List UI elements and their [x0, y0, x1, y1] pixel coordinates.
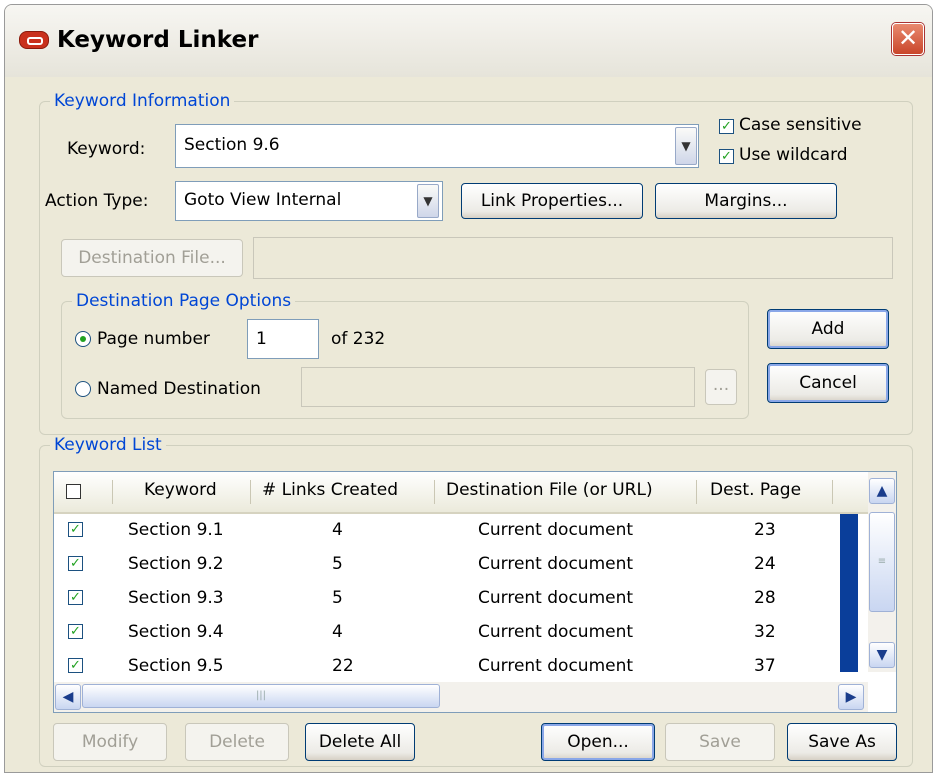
keyword-list-table: Keyword # Links Created Destination File…	[53, 471, 897, 713]
named-destination-label: Named Destination	[97, 379, 261, 399]
chevron-down-icon: ▼	[681, 139, 691, 153]
row-keyword: Section 9.5	[128, 656, 224, 676]
row-links-created: 5	[332, 554, 343, 574]
keyword-input[interactable]: Section 9.6	[175, 124, 699, 168]
case-sensitive-label: Case sensitive	[739, 115, 862, 135]
row-checkbox[interactable]: ✓	[68, 590, 83, 605]
row-links-created: 4	[332, 622, 343, 642]
table-row[interactable]: ✓ Section 9.4 4 Current document 32	[54, 616, 854, 650]
app-link-icon	[19, 31, 49, 49]
link-properties-button[interactable]: Link Properties...	[461, 183, 643, 219]
close-icon: ✕	[897, 24, 919, 52]
row-checkbox[interactable]: ✓	[68, 624, 83, 639]
row-checkbox[interactable]: ✓	[68, 658, 83, 673]
delete-all-button[interactable]: Delete All	[305, 723, 415, 761]
case-sensitive-checkbox[interactable]: ✓	[719, 119, 734, 134]
row-dest-page: 23	[754, 520, 776, 540]
row-dest-page: 32	[754, 622, 776, 642]
table-row[interactable]: ✓ Section 9.3 5 Current document 28	[54, 582, 854, 616]
action-type-label: Action Type:	[45, 191, 149, 211]
column-header-dest-page[interactable]: Dest. Page	[710, 480, 801, 500]
keyword-label: Keyword:	[67, 139, 146, 159]
row-links-created: 4	[332, 520, 343, 540]
row-destination-file: Current document	[478, 520, 634, 540]
row-dest-page: 24	[754, 554, 776, 574]
vertical-scroll-thumb[interactable]: ≡	[869, 512, 895, 612]
selection-highlight	[840, 514, 858, 672]
modify-button[interactable]: Modify	[53, 723, 167, 761]
keyword-linker-window: Keyword Linker ✕ Keyword Information Key…	[4, 4, 933, 773]
chevron-up-icon: ▲	[876, 483, 888, 499]
horizontal-scroll-thumb[interactable]: |||	[82, 684, 440, 708]
table-row[interactable]: ✓ Section 9.1 4 Current document 23	[54, 514, 854, 548]
add-button[interactable]: Add	[767, 309, 889, 349]
row-links-created: 5	[332, 588, 343, 608]
keyword-list-header: Keyword # Links Created Destination File…	[54, 472, 874, 514]
page-number-label: Page number	[97, 329, 210, 349]
destination-file-button[interactable]: Destination File...	[61, 239, 243, 277]
cancel-button[interactable]: Cancel	[767, 363, 889, 403]
scroll-down-button[interactable]: ▼	[869, 642, 895, 668]
row-keyword: Section 9.1	[128, 520, 224, 540]
row-dest-page: 28	[754, 588, 776, 608]
select-all-checkbox[interactable]	[66, 484, 81, 499]
row-checkbox[interactable]: ✓	[68, 522, 83, 537]
save-button[interactable]: Save	[665, 723, 775, 761]
table-row[interactable]: ✓ Section 9.5 22 Current document 37	[54, 650, 854, 684]
margins-button[interactable]: Margins...	[655, 183, 837, 219]
row-keyword: Section 9.2	[128, 554, 224, 574]
row-checkbox[interactable]: ✓	[68, 556, 83, 571]
horizontal-scrollbar[interactable]: ◀ ||| ▶	[54, 682, 868, 712]
page-count-label: of 232	[331, 329, 386, 349]
use-wildcard-label: Use wildcard	[739, 145, 848, 165]
title-bar: Keyword Linker ✕	[5, 5, 932, 77]
row-keyword: Section 9.4	[128, 622, 224, 642]
destination-page-options-legend: Destination Page Options	[76, 291, 292, 311]
delete-button[interactable]: Delete	[185, 723, 289, 761]
window-title: Keyword Linker	[57, 27, 259, 53]
column-header-keyword[interactable]: Keyword	[144, 480, 217, 500]
keyword-dropdown-button[interactable]: ▼	[675, 127, 697, 165]
page-number-radio[interactable]	[75, 331, 91, 347]
scroll-right-button[interactable]: ▶	[838, 684, 864, 710]
action-type-select[interactable]: Goto View Internal	[175, 181, 443, 221]
column-header-destination-file[interactable]: Destination File (or URL)	[446, 480, 653, 500]
use-wildcard-checkbox[interactable]: ✓	[719, 149, 734, 164]
keyword-list-legend: Keyword List	[54, 435, 162, 455]
chevron-down-icon: ▼	[876, 647, 888, 663]
open-button[interactable]: Open...	[541, 723, 655, 761]
row-links-created: 22	[332, 656, 354, 676]
named-destination-radio[interactable]	[75, 381, 91, 397]
scroll-up-button[interactable]: ▲	[869, 478, 895, 504]
page-number-input[interactable]: 1	[247, 319, 319, 359]
vertical-scrollbar[interactable]: ▲ ≡ ▼	[868, 472, 896, 672]
row-destination-file: Current document	[478, 622, 634, 642]
row-dest-page: 37	[754, 656, 776, 676]
chevron-down-icon: ▼	[423, 194, 433, 208]
named-destination-input[interactable]	[301, 367, 695, 407]
table-row[interactable]: ✓ Section 9.2 5 Current document 24	[54, 548, 854, 582]
column-header-links-created[interactable]: # Links Created	[262, 480, 398, 500]
chevron-left-icon: ◀	[62, 689, 74, 705]
keyword-information-legend: Keyword Information	[54, 91, 231, 111]
scroll-left-button[interactable]: ◀	[55, 684, 81, 710]
row-destination-file: Current document	[478, 554, 634, 574]
destination-file-input[interactable]	[253, 237, 893, 279]
close-button[interactable]: ✕	[892, 23, 924, 55]
row-destination-file: Current document	[478, 656, 634, 676]
chevron-right-icon: ▶	[845, 689, 857, 705]
save-as-button[interactable]: Save As	[787, 723, 897, 761]
action-type-dropdown-button[interactable]: ▼	[417, 184, 439, 218]
row-keyword: Section 9.3	[128, 588, 224, 608]
named-destination-browse-button[interactable]: ...	[705, 369, 737, 405]
row-destination-file: Current document	[478, 588, 634, 608]
